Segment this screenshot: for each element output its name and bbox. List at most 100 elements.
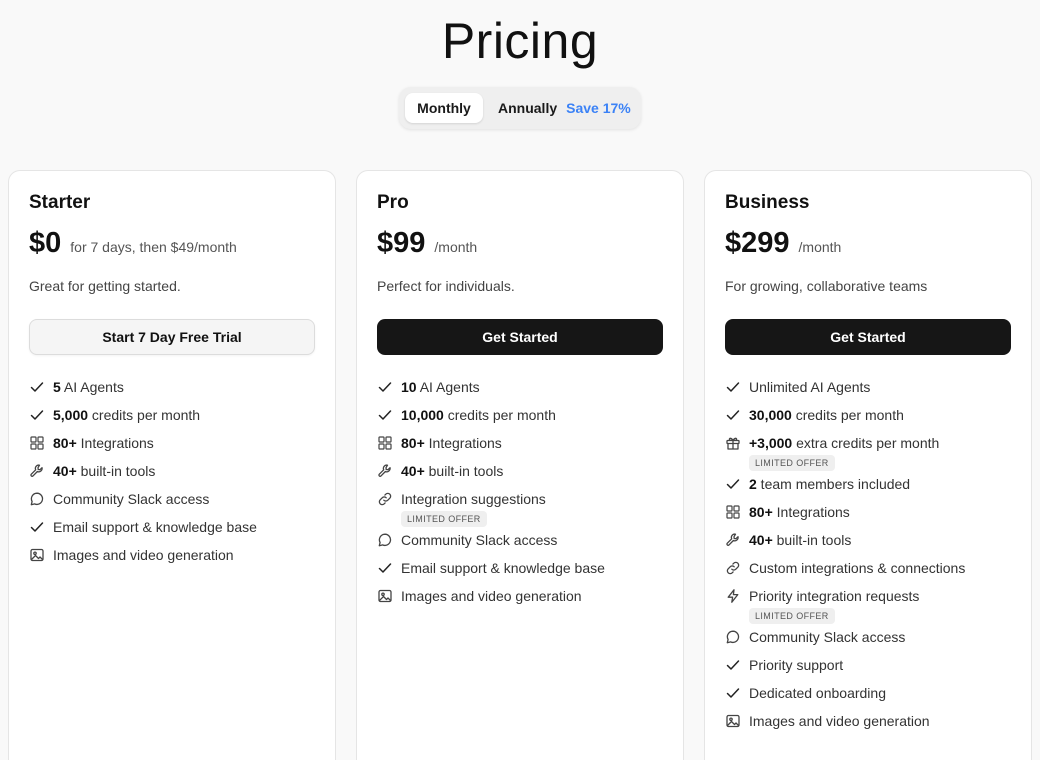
feature-item: 40+ built-in tools	[725, 531, 1021, 549]
plan-description: For growing, collaborative teams	[725, 278, 928, 294]
feature-text: Priority support	[749, 657, 843, 673]
check-icon	[725, 476, 741, 492]
feature-text: Unlimited AI Agents	[749, 379, 870, 395]
feature-label: Images and video generation	[749, 713, 930, 729]
feature-text: 5 AI Agents	[53, 379, 124, 395]
plan-price-row: $299 /month	[725, 227, 841, 260]
feature-text: Integration suggestions	[401, 491, 546, 507]
feature-item: Images and video generation	[725, 712, 1021, 730]
toggle-monthly[interactable]: Monthly	[405, 93, 483, 123]
bolt-icon	[725, 588, 741, 604]
plan-card-business: Business $299 /month For growing, collab…	[704, 170, 1032, 760]
toggle-annually[interactable]: Annually Save 17%	[483, 93, 631, 123]
feature-highlight: 40+	[53, 463, 77, 479]
image-icon	[29, 547, 45, 563]
feature-label: built-in tools	[772, 532, 852, 548]
feature-highlight: 40+	[749, 532, 773, 548]
start-free-trial-button[interactable]: Start 7 Day Free Trial	[29, 319, 315, 355]
plan-price: $99	[377, 227, 426, 259]
grid-icon	[377, 435, 393, 451]
limited-offer-badge: LIMITED OFFER	[749, 608, 835, 624]
feature-text: Images and video generation	[53, 547, 234, 563]
chat-icon	[29, 491, 45, 507]
feature-label: extra credits per month	[792, 435, 940, 451]
feature-label: Email support & knowledge base	[53, 519, 257, 535]
feature-label: AI Agents	[416, 379, 480, 395]
feature-item: +3,000 extra credits per month LIMITED OF…	[725, 434, 1021, 471]
get-started-button-business[interactable]: Get Started	[725, 319, 1011, 355]
feature-highlight: 5,000	[53, 407, 89, 423]
feature-item: 5,000 credits per month	[29, 406, 325, 424]
feature-list: 5 AI Agents 5,000 credits per month 80+ In…	[29, 378, 325, 574]
plan-card-starter: Starter $0 for 7 days, then $49/month Gr…	[8, 170, 336, 760]
feature-label: Priority support	[749, 657, 844, 673]
wrench-icon	[377, 463, 393, 479]
feature-text: 40+ built-in tools	[749, 532, 851, 548]
feature-label: Community Slack access	[53, 491, 210, 507]
feature-text: 10 AI Agents	[401, 379, 480, 395]
plan-name: Pro	[377, 192, 409, 213]
gift-icon	[725, 435, 741, 451]
feature-label: Integrations	[424, 435, 502, 451]
feature-text: Email support & knowledge base	[401, 560, 605, 576]
billing-period-toggle: Monthly Annually Save 17%	[399, 87, 641, 129]
feature-label: Images and video generation	[53, 547, 234, 563]
feature-label: Email support & knowledge base	[401, 560, 605, 576]
feature-item: Email support & knowledge base	[29, 518, 325, 536]
check-icon	[377, 560, 393, 576]
grid-icon	[29, 435, 45, 451]
feature-text: Priority integration requests	[749, 588, 919, 604]
feature-item: 2 team members included	[725, 475, 1021, 493]
wrench-icon	[725, 532, 741, 548]
feature-label: credits per month	[88, 407, 201, 423]
feature-text: Dedicated onboarding	[749, 685, 886, 701]
check-icon	[725, 657, 741, 673]
get-started-button-pro[interactable]: Get Started	[377, 319, 663, 355]
chat-icon	[725, 629, 741, 645]
feature-item: Integration suggestions LIMITED OFFER	[377, 490, 673, 527]
limited-offer-badge: LIMITED OFFER	[749, 455, 835, 471]
feature-label: team members included	[756, 476, 911, 492]
feature-highlight: 10,000	[401, 407, 444, 423]
feature-label: Dedicated onboarding	[749, 685, 886, 701]
feature-item: 10,000 credits per month	[377, 406, 673, 424]
feature-highlight: 5	[53, 379, 61, 395]
annually-label: Annually	[498, 100, 558, 116]
feature-text: 2 team members included	[749, 476, 910, 492]
feature-text: Custom integrations & connections	[749, 560, 965, 576]
feature-list: 10 AI Agents 10,000 credits per month 80+ …	[377, 378, 673, 615]
feature-label: Integrations	[772, 504, 850, 520]
feature-list: Unlimited AI Agents 30,000 credits per mo…	[725, 378, 1021, 740]
feature-item: Email support & knowledge base	[377, 559, 673, 577]
feature-item: Unlimited AI Agents	[725, 378, 1021, 396]
plan-card-pro: Pro $99 /month Perfect for individuals. …	[356, 170, 684, 760]
plan-price: $0	[29, 227, 62, 259]
feature-text: Images and video generation	[401, 588, 582, 604]
feature-text: 5,000 credits per month	[53, 407, 200, 423]
feature-item: Priority integration requests LIMITED OFF…	[725, 587, 1021, 624]
feature-text: Email support & knowledge base	[53, 519, 257, 535]
feature-text: 40+ built-in tools	[53, 463, 155, 479]
check-icon	[377, 379, 393, 395]
grid-icon	[725, 504, 741, 520]
feature-item: Community Slack access	[725, 628, 1021, 646]
feature-label: Priority integration requests	[749, 588, 920, 604]
feature-item: 5 AI Agents	[29, 378, 325, 396]
link-icon	[725, 560, 741, 576]
page-title: Pricing	[441, 13, 599, 69]
feature-label: credits per month	[791, 407, 904, 423]
feature-item: Custom integrations & connections	[725, 559, 1021, 577]
plan-price-row: $0 for 7 days, then $49/month	[29, 227, 237, 260]
feature-highlight: 40+	[401, 463, 425, 479]
feature-text: +3,000 extra credits per month	[749, 435, 939, 451]
image-icon	[725, 713, 741, 729]
plan-period: for 7 days, then $49/month	[70, 239, 237, 255]
pricing-page: Pricing Monthly Annually Save 17% Starte…	[0, 0, 1040, 760]
feature-highlight: 10	[401, 379, 417, 395]
feature-item: Community Slack access	[29, 490, 325, 508]
feature-highlight: 30,000	[749, 407, 792, 423]
feature-text: 10,000 credits per month	[401, 407, 556, 423]
check-icon	[725, 379, 741, 395]
feature-highlight: +3,000	[749, 435, 793, 451]
plan-period: /month	[798, 239, 842, 255]
